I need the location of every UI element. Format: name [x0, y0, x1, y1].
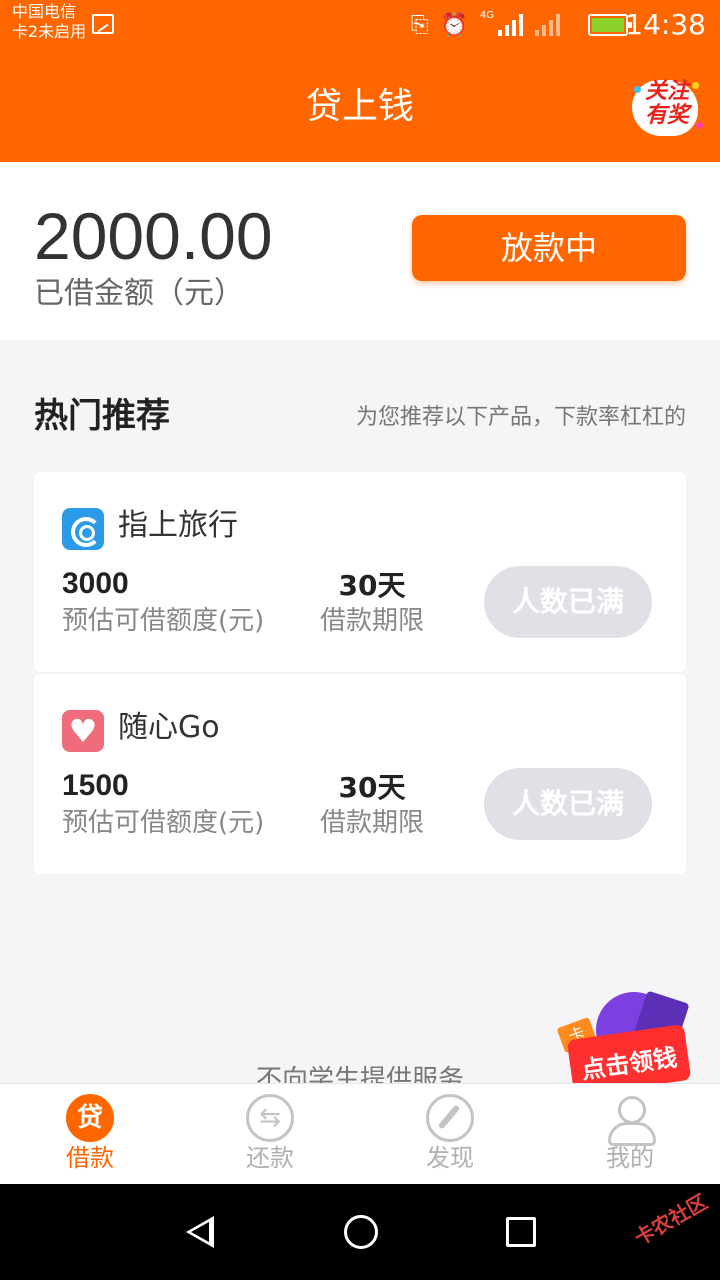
follow-badge-label: 关注有奖 — [644, 79, 689, 128]
compass-icon — [426, 1094, 474, 1142]
product-limit: 3000 — [62, 567, 129, 600]
product-name: 指上旅行 — [118, 508, 238, 543]
battery-icon — [588, 14, 632, 36]
tab-label: 借款 — [66, 1144, 114, 1172]
vibrate-icon: ⎘ — [410, 12, 429, 38]
signal-icon — [498, 14, 523, 36]
network-type: 4G — [479, 9, 494, 21]
status-time: 14:38 — [625, 8, 706, 41]
carrier-name: 中国电信 — [12, 2, 77, 21]
recommend-title: 热门推荐 — [34, 396, 170, 436]
sim2-status: 卡2未启用 — [12, 22, 87, 41]
claim-money-promo[interactable]: 卡 点击领钱 — [556, 990, 692, 1096]
travel-app-icon — [62, 508, 104, 550]
borrowed-amount-label: 已借金额（元） — [34, 276, 244, 311]
confetti-icon — [634, 86, 641, 93]
status-bar: 中国电信 卡2未启用 ⎘ ⏰ 4G 14:38 — [0, 0, 720, 52]
product-term: 30天 — [338, 569, 406, 602]
borrowed-amount: 2000.00 — [34, 199, 273, 273]
apply-button-full[interactable]: 人数已满 — [484, 768, 652, 840]
page-title: 贷上钱 — [305, 86, 414, 127]
tab-loan[interactable]: 贷 借款 — [0, 1084, 180, 1184]
confetti-icon — [692, 82, 699, 89]
product-term: 30天 — [338, 771, 406, 804]
user-icon — [606, 1094, 656, 1146]
recent-apps-icon[interactable] — [506, 1217, 536, 1247]
image-notification-icon — [92, 14, 114, 34]
tab-label: 我的 — [606, 1144, 654, 1172]
signal-2-icon — [535, 14, 560, 36]
system-nav-bar: 卡农社区 — [0, 1184, 720, 1280]
tab-mine[interactable]: 我的 — [540, 1084, 720, 1184]
carrier-info: 中国电信 卡2未启用 — [12, 2, 86, 42]
tab-label: 还款 — [246, 1144, 294, 1172]
product-card[interactable]: 随心Go 1500 预估可借额度(元) 30天 借款期限 人数已满 — [34, 674, 686, 874]
product-name: 随心Go — [118, 710, 220, 745]
product-term-label: 借款期限 — [319, 606, 424, 636]
loan-icon: 贷 — [66, 1094, 114, 1142]
loan-status-button[interactable]: 放款中 — [412, 215, 686, 281]
product-card[interactable]: 指上旅行 3000 预估可借额度(元) 30天 借款期限 人数已满 — [34, 472, 686, 672]
product-limit-label: 预估可借额度(元) — [62, 606, 265, 636]
follow-reward-button[interactable]: 关注有奖 — [632, 76, 703, 138]
bottom-tab-bar: 贷 借款 还款 发现 我的 — [0, 1083, 720, 1184]
tab-repay[interactable]: 还款 — [180, 1084, 360, 1184]
recommend-subtitle: 为您推荐以下产品，下款率杠杠的 — [355, 405, 686, 430]
loan-summary-panel: 2000.00 已借金额（元） 放款中 — [0, 162, 720, 340]
watermark: 卡农社区 — [630, 1189, 712, 1251]
tab-label: 发现 — [426, 1144, 474, 1172]
app-header: 中国电信 卡2未启用 ⎘ ⏰ 4G 14:38 贷上钱 关注有奖 — [0, 0, 720, 162]
heart-app-icon — [62, 710, 104, 752]
back-icon[interactable] — [186, 1216, 214, 1248]
product-limit-label: 预估可借额度(元) — [62, 808, 265, 838]
confetti-icon — [696, 122, 703, 129]
status-icons: ⎘ ⏰ 4G — [411, 10, 560, 40]
home-icon[interactable] — [344, 1215, 378, 1249]
apply-button-full[interactable]: 人数已满 — [484, 566, 652, 638]
product-term-label: 借款期限 — [319, 808, 424, 838]
product-limit: 1500 — [62, 769, 129, 802]
tab-discover[interactable]: 发现 — [360, 1084, 540, 1184]
repay-icon — [246, 1094, 294, 1142]
alarm-icon: ⏰ — [440, 12, 468, 38]
